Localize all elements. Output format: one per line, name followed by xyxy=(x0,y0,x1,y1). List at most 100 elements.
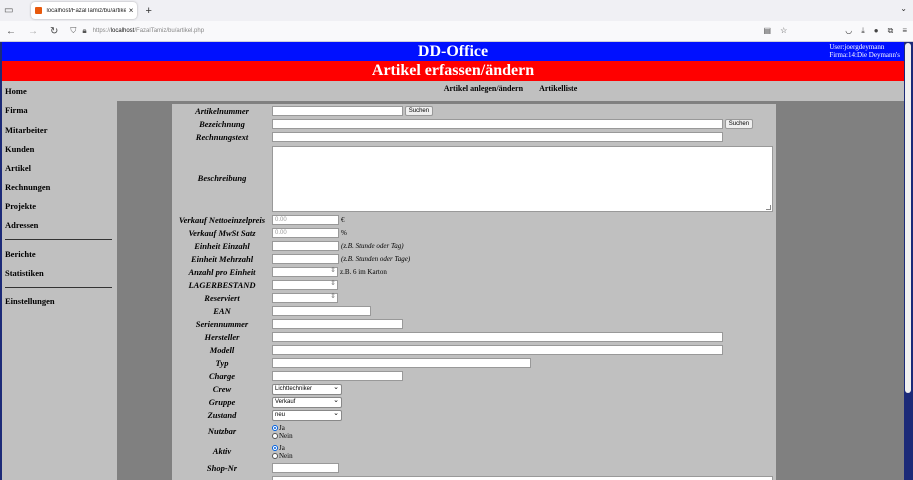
modell-input[interactable] xyxy=(272,345,723,355)
user-line: User:joergdeymann xyxy=(829,43,885,51)
sidebar-item-home[interactable]: Home xyxy=(5,86,27,96)
nutzbar-nein-label: Nein xyxy=(279,431,293,440)
nutzbar-ja-label: Ja xyxy=(279,423,285,432)
account-icon[interactable]: ● xyxy=(874,26,879,36)
tab-title: localhost/FazalTamiz/bu/artikel xyxy=(46,7,126,14)
new-tab-button[interactable]: + xyxy=(145,5,151,17)
scrollbar-thumb[interactable] xyxy=(905,43,911,393)
toolbar-icons: ▤ ☆ ◡ ⤓ ● ⧉ ≡ xyxy=(764,26,908,36)
sidebar-divider xyxy=(5,239,112,240)
url-bar[interactable]: ⛉ 🔒︎ https://localhost/FazalTamiz/bu/art… xyxy=(70,26,763,36)
label-artikelnummer: Artikelnummer xyxy=(173,105,271,117)
url-path: /FazalTamiz/bu/artikel.php xyxy=(134,28,205,34)
label-einheit-einzahl: Einheit Einzahl xyxy=(173,240,271,252)
label-crew: Crew xyxy=(173,383,271,395)
app-title: DD-Office xyxy=(417,43,489,60)
main-content: Artikel anlegen/ändern Artikelliste Arti… xyxy=(117,81,904,480)
sidebar-item-projekte[interactable]: Projekte xyxy=(5,201,36,211)
euro-unit: € xyxy=(341,215,345,224)
sidebar-item-statistiken[interactable]: Statistiken xyxy=(5,268,44,278)
label-nutzbar: Nutzbar xyxy=(173,422,271,441)
sidebar-item-mitarbeiter[interactable]: Mitarbeiter xyxy=(5,125,47,135)
sidebar-item-berichte[interactable]: Berichte xyxy=(5,249,36,259)
einheit-einzahl-input[interactable] xyxy=(272,241,339,251)
percent-unit: % xyxy=(341,228,347,237)
bookmark-star-icon[interactable]: ☆ xyxy=(780,26,787,36)
page-heading: Artikel erfassen/ändern xyxy=(2,61,904,81)
zustand-select[interactable]: neu xyxy=(272,409,342,421)
article-form: Artikelnummer Suchen Bezeichnung Suchen … xyxy=(172,104,776,480)
label-einheit-mehrzahl: Einheit Mehrzahl xyxy=(173,253,271,265)
hint-anzahl: z.B. 6 im Karton xyxy=(340,267,387,276)
sidebar-item-firma[interactable]: Firma xyxy=(5,105,28,115)
aktiv-ja-radio[interactable]: Ja xyxy=(272,444,775,452)
radio-checked-icon[interactable] xyxy=(272,424,278,431)
sidebar-item-einstellungen[interactable]: Einstellungen xyxy=(5,296,55,306)
reload-icon[interactable]: ↻ xyxy=(50,26,58,37)
shield-icon[interactable]: ⛉ xyxy=(70,26,76,36)
nav-bar: ← → ↻ ⛉ 🔒︎ https://localhost/FazalTamiz/… xyxy=(0,21,913,42)
tab-list-icon[interactable]: ▭ xyxy=(4,5,13,16)
radio-unchecked-icon[interactable] xyxy=(272,432,278,439)
close-tab-icon[interactable]: × xyxy=(129,6,134,15)
vk-netto-input[interactable]: 0.00 xyxy=(272,215,339,225)
reserviert-stepper[interactable] xyxy=(272,292,338,303)
tab-artikelliste[interactable]: Artikelliste xyxy=(539,84,577,93)
label-shop-nr: Shop-Nr xyxy=(173,462,271,474)
page-scrollbar[interactable] xyxy=(904,42,913,480)
search-artikelnummer-button[interactable]: Suchen xyxy=(404,106,434,116)
ean-input[interactable] xyxy=(272,306,371,316)
app-header: DD-Office User:joergdeymann Firma:14:Die… xyxy=(2,42,904,61)
aktiv-nein-label: Nein xyxy=(279,451,293,460)
label-vk-netto: Verkauf Nettoeinzelpreis xyxy=(173,214,271,226)
page-content: DD-Office User:joergdeymann Firma:14:Die… xyxy=(2,42,904,480)
seriennummer-input[interactable] xyxy=(272,319,403,329)
hersteller-input[interactable] xyxy=(272,332,723,342)
downloads-icon[interactable]: ⤓ xyxy=(861,26,865,36)
forward-icon[interactable]: → xyxy=(28,26,38,37)
browser-chrome: ▭ localhost/FazalTamiz/bu/artikel × + ⌄ … xyxy=(0,0,913,42)
pocket-icon[interactable]: ◡ xyxy=(845,26,852,36)
label-modell: Modell xyxy=(173,344,271,356)
radio-unchecked-icon[interactable] xyxy=(272,452,278,459)
lagerbestand-stepper[interactable] xyxy=(272,279,338,290)
reader-view-icon[interactable]: ▤ xyxy=(764,26,772,36)
shop-nr-input[interactable] xyxy=(272,463,339,473)
sidebar-item-adressen[interactable]: Adressen xyxy=(5,220,38,230)
beschreibung-textarea[interactable] xyxy=(272,145,773,212)
label-reserviert: Reserviert xyxy=(173,292,271,304)
label-typ: Typ xyxy=(173,357,271,369)
vk-mwst-input[interactable]: 0.00 xyxy=(272,228,339,238)
form-area: Artikelnummer Suchen Bezeichnung Suchen … xyxy=(117,101,904,480)
gruppe-select[interactable]: Verkauf xyxy=(272,396,342,408)
next-field-input[interactable] xyxy=(272,476,773,480)
aktiv-nein-radio[interactable]: Nein xyxy=(272,452,775,460)
sidebar-item-kunden[interactable]: Kunden xyxy=(5,144,34,154)
menu-icon[interactable]: ≡ xyxy=(902,26,907,36)
nutzbar-ja-radio[interactable]: Ja xyxy=(272,424,775,432)
back-icon[interactable]: ← xyxy=(6,26,16,37)
typ-input[interactable] xyxy=(272,358,531,368)
browser-tab[interactable]: localhost/FazalTamiz/bu/artikel × xyxy=(31,2,138,19)
anzahl-pro-einheit-stepper[interactable] xyxy=(272,266,338,277)
charge-input[interactable] xyxy=(272,371,403,381)
einheit-mehrzahl-input[interactable] xyxy=(272,254,339,264)
sidebar-item-artikel[interactable]: Artikel xyxy=(5,163,31,173)
label-charge: Charge xyxy=(173,370,271,382)
sidebar-item-rechnungen[interactable]: Rechnungen xyxy=(5,182,50,192)
label-aktiv: Aktiv xyxy=(173,442,271,461)
lock-icon[interactable]: 🔒︎ xyxy=(82,26,86,36)
nutzbar-nein-radio[interactable]: Nein xyxy=(272,432,775,440)
search-bezeichnung-button[interactable]: Suchen xyxy=(724,119,754,129)
list-all-tabs-icon[interactable]: ⌄ xyxy=(900,4,907,13)
label-lagerbestand: LAGERBESTAND xyxy=(173,279,271,291)
crew-select[interactable]: Lichttechniker xyxy=(272,383,342,395)
tab-artikel-anlegen[interactable]: Artikel anlegen/ändern xyxy=(444,84,523,93)
artikelnummer-input[interactable] xyxy=(272,106,403,116)
radio-checked-icon[interactable] xyxy=(272,444,278,451)
bezeichnung-input[interactable] xyxy=(272,119,723,129)
url-host: localhost xyxy=(110,28,135,34)
label-rechnungstext: Rechnungstext xyxy=(173,131,271,143)
rechnungstext-input[interactable] xyxy=(272,132,723,142)
extensions-icon[interactable]: ⧉ xyxy=(888,26,894,36)
